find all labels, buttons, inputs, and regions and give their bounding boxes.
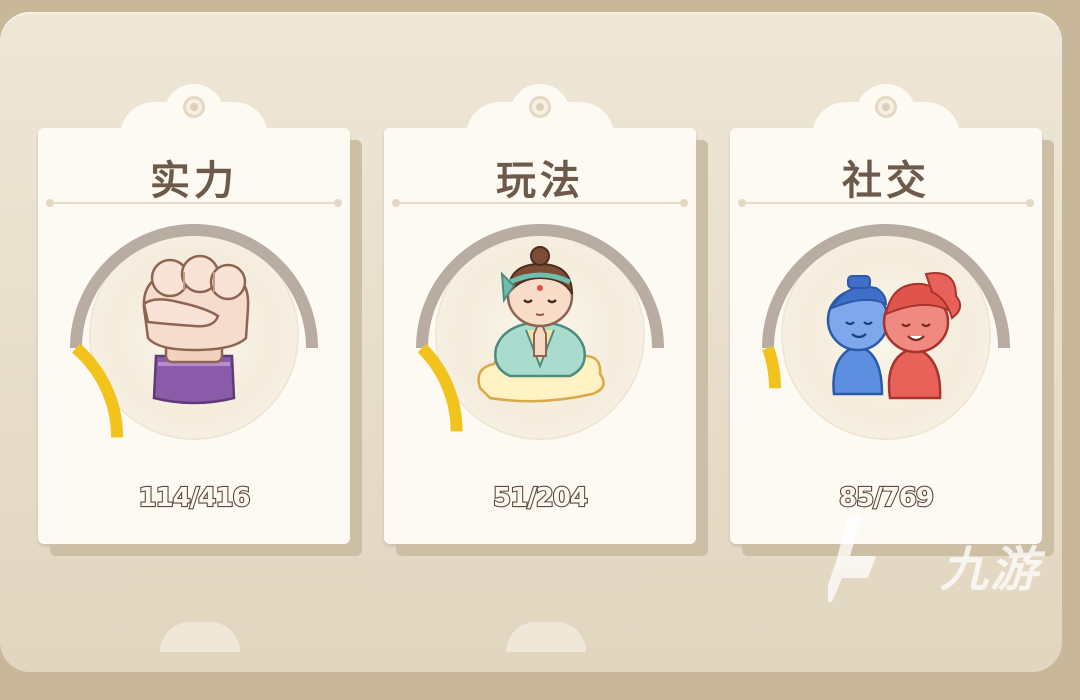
card-title: 实力	[150, 157, 238, 204]
gauge-fill	[417, 343, 463, 432]
gauge-fill	[762, 345, 782, 389]
card-strength[interactable]: 实力 114/416	[38, 84, 350, 544]
fist-icon	[114, 238, 274, 418]
ornament-icon	[183, 96, 205, 118]
progress-count: 51/204	[492, 482, 589, 514]
watermark-logo-icon	[828, 516, 876, 602]
divider	[46, 199, 342, 207]
card-gameplay[interactable]: 玩法 51/204	[384, 84, 696, 544]
watermark-text: 九游	[939, 542, 1040, 598]
gauge-fill	[72, 343, 124, 438]
progress-count: 85/769	[838, 482, 935, 514]
ornament-icon	[529, 96, 551, 118]
card-social[interactable]: 社交 85/769	[730, 84, 1042, 544]
progress-count: 114/416	[137, 482, 251, 514]
blue-red-couple-icon	[806, 238, 966, 418]
meditating-monk-icon	[460, 238, 620, 418]
card-title: 玩法	[496, 157, 584, 204]
divider	[738, 199, 1034, 207]
ornament-icon	[875, 96, 897, 118]
divider	[392, 199, 688, 207]
card-title: 社交	[842, 157, 930, 204]
